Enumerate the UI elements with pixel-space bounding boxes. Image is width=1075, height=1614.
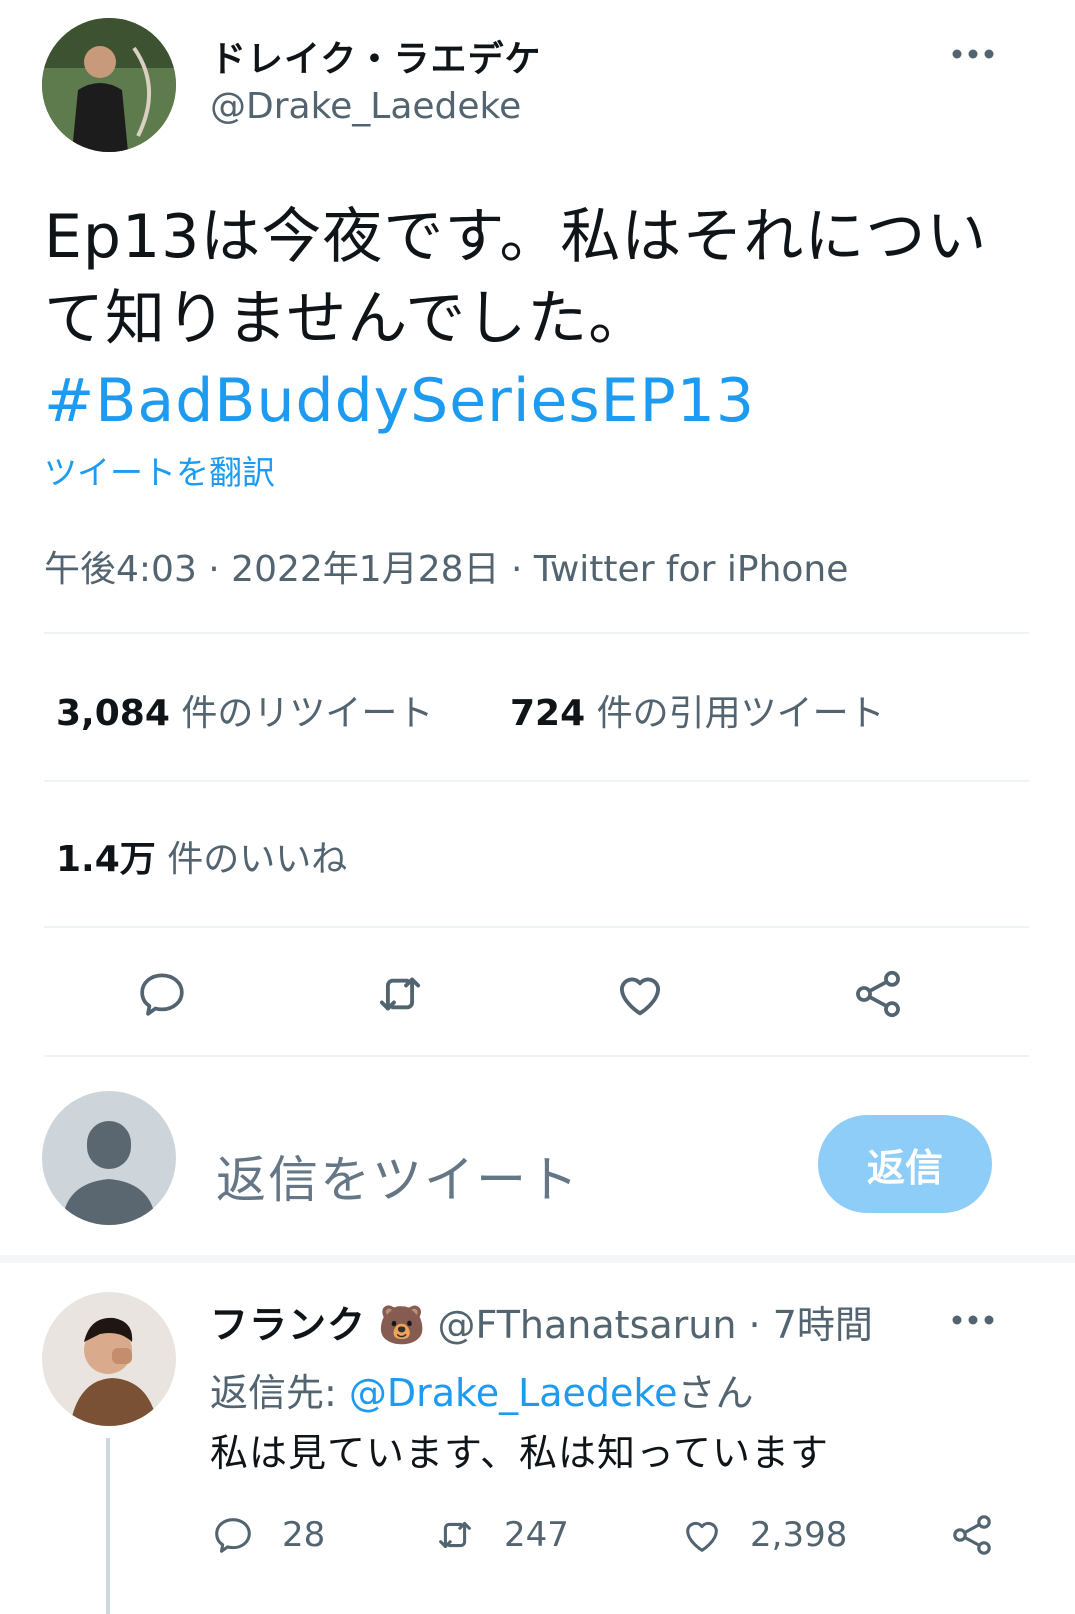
replying-to-handle[interactable]: @Drake_Laedeke	[349, 1371, 678, 1415]
share-icon[interactable]	[846, 962, 910, 1026]
reply-icon[interactable]	[130, 962, 194, 1026]
divider	[44, 780, 1029, 782]
likes-label: 件のいいね	[167, 839, 348, 880]
like-icon	[678, 1512, 726, 1558]
more-options-icon[interactable]	[944, 36, 1002, 72]
bear-emoji-icon: 🐻	[378, 1303, 426, 1347]
retweet-icon	[430, 1512, 480, 1558]
reply-button-label: 返信	[866, 1145, 943, 1190]
share-icon[interactable]	[944, 1510, 1000, 1560]
reply-header: フランク 🐻 @FThanatsarun · 7時間	[210, 1294, 873, 1349]
section-separator	[0, 1255, 1075, 1263]
reply-count: 28	[282, 1515, 326, 1555]
retweet-count: 247	[504, 1515, 569, 1555]
quote-tweets-stat[interactable]: 724 件の引用ツイート	[510, 684, 885, 736]
translate-tweet-link[interactable]: ツイートを翻訳	[44, 446, 275, 494]
reply-author-avatar[interactable]	[42, 1292, 176, 1426]
divider	[44, 632, 1029, 634]
reply-more-options-icon[interactable]	[944, 1302, 1002, 1338]
retweets-label: 件のリツイート	[181, 693, 434, 734]
like-icon[interactable]	[608, 962, 672, 1026]
tweet-body-text: Ep13は今夜です。私はそれについて知りませんでした。	[44, 202, 988, 354]
thread-line	[106, 1438, 110, 1614]
reply-icon	[210, 1512, 256, 1558]
retweets-stat[interactable]: 3,084 件のリツイート	[56, 684, 433, 736]
replying-to-suffix: さん	[677, 1371, 754, 1415]
replying-to: 返信先: @Drake_Laedekeさん	[210, 1362, 753, 1417]
reply-action-retweet[interactable]: 247	[430, 1512, 569, 1558]
reply-action-like[interactable]: 2,398	[678, 1512, 847, 1558]
reply-handle[interactable]: @FThanatsarun	[438, 1303, 737, 1347]
like-count: 2,398	[750, 1515, 848, 1555]
default-avatar	[42, 1091, 176, 1225]
tweet-hashtag[interactable]: #BadBuddySeriesEP13	[44, 366, 755, 436]
tweet-meta: 午後4:03 · 2022年1月28日 · Twitter for iPhone	[44, 549, 849, 590]
reply-time[interactable]: · 7時間	[749, 1303, 873, 1347]
author-display-name[interactable]: ドレイク・ラエデケ	[210, 30, 542, 82]
reply-compose-input[interactable]: 返信をツイート	[216, 1140, 580, 1212]
author-avatar[interactable]	[42, 18, 176, 152]
reply-text: 私は見ています、私は知っています	[210, 1431, 830, 1475]
reply-display-name[interactable]: フランク	[210, 1303, 366, 1347]
tweet-text: Ep13は今夜です。私はそれについて知りませんでした。 #BadBuddySer…	[44, 196, 1024, 442]
quotes-label: 件の引用ツイート	[596, 693, 885, 734]
likes-stat[interactable]: 1.4万 件のいいね	[56, 830, 347, 882]
reply-button[interactable]: 返信	[818, 1115, 992, 1213]
retweets-count: 3,084	[56, 693, 170, 734]
divider	[44, 926, 1029, 928]
quotes-count: 724	[510, 693, 586, 734]
reply-action-reply[interactable]: 28	[210, 1512, 325, 1558]
author-handle[interactable]: @Drake_Laedeke	[210, 86, 521, 127]
divider	[44, 1055, 1029, 1057]
likes-count: 1.4万	[56, 839, 156, 880]
retweet-icon[interactable]	[368, 962, 432, 1026]
replying-to-prefix: 返信先:	[210, 1371, 349, 1415]
